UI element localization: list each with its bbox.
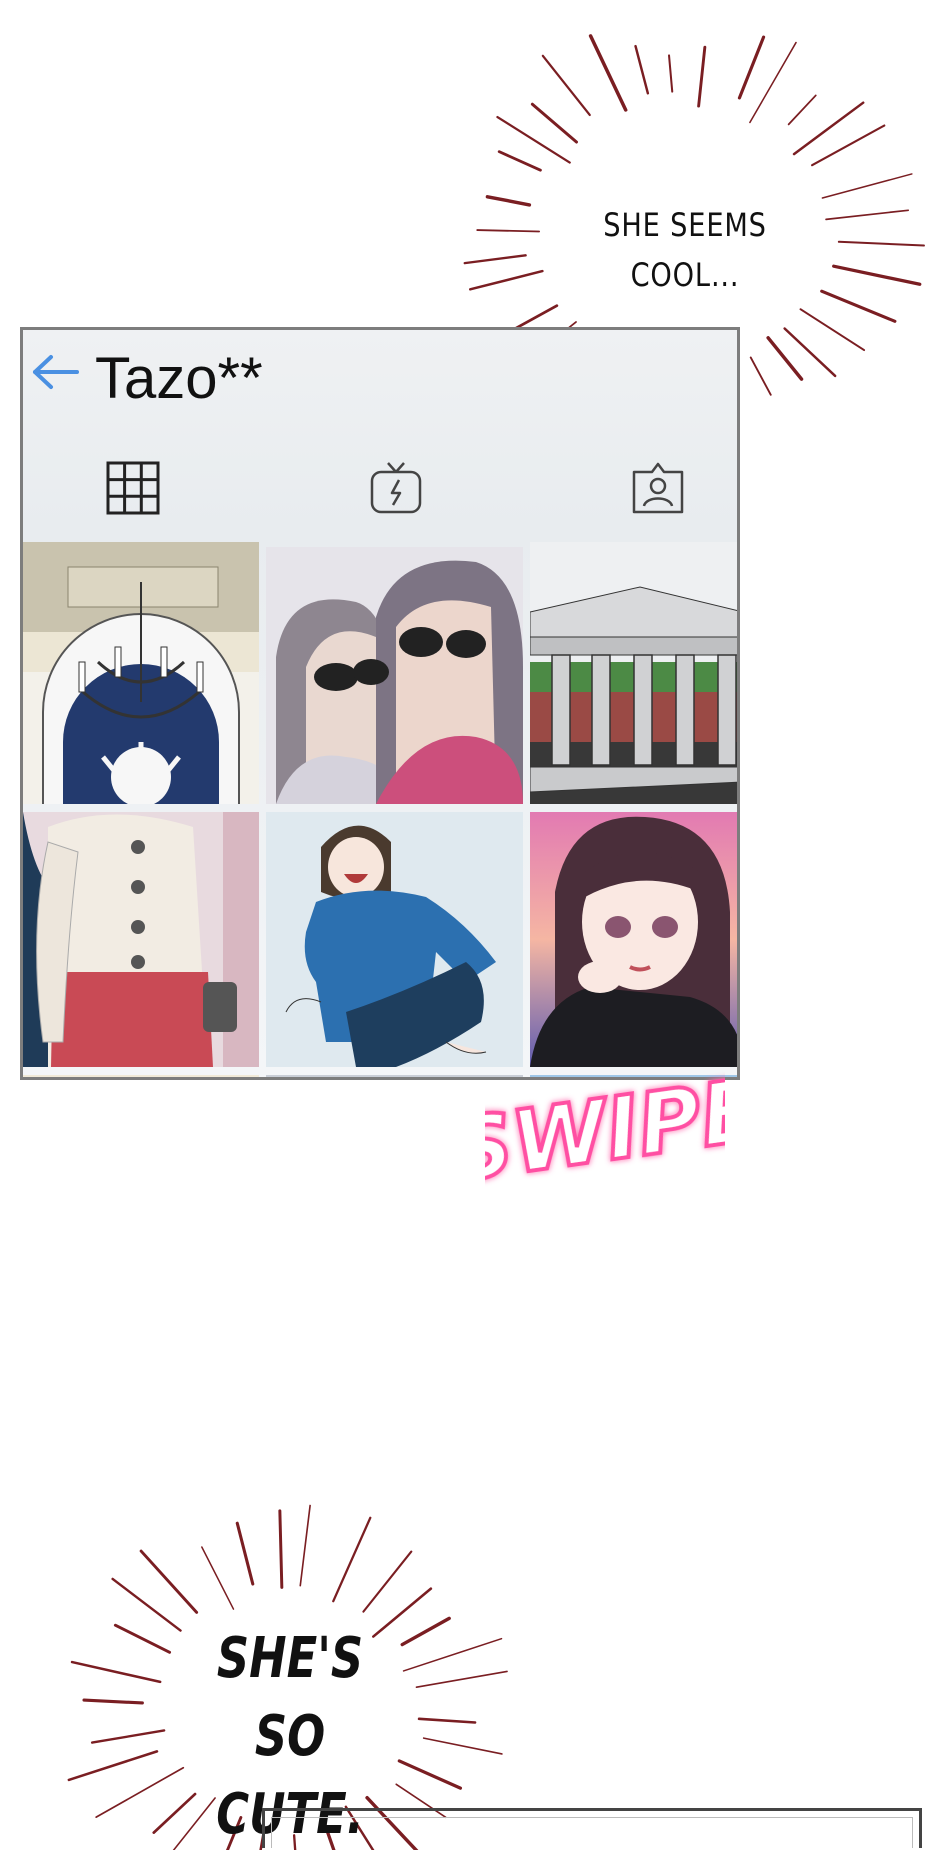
burst-line bbox=[668, 54, 674, 93]
burst-line bbox=[463, 254, 527, 265]
burst-line bbox=[541, 54, 591, 117]
burst-line bbox=[82, 1698, 144, 1705]
profile-header: Tazo** bbox=[23, 330, 737, 430]
arrow-left-icon[interactable] bbox=[31, 352, 81, 392]
burst-line bbox=[832, 264, 922, 286]
burst-line bbox=[111, 1577, 182, 1632]
post-thumbnail[interactable] bbox=[530, 812, 737, 1067]
bubble-top-line2: COOL... bbox=[630, 256, 740, 294]
burst-line bbox=[766, 336, 804, 381]
burst-line bbox=[749, 356, 772, 396]
burst-line bbox=[278, 1509, 284, 1589]
burst-line bbox=[697, 45, 707, 108]
tv-icon[interactable] bbox=[368, 460, 424, 516]
swipe-sfx: SWIPE bbox=[485, 1060, 725, 1200]
burst-line bbox=[821, 173, 913, 199]
burst-line bbox=[787, 94, 817, 126]
profile-tabs bbox=[23, 460, 737, 520]
burst-line bbox=[737, 35, 766, 100]
burst-line bbox=[530, 102, 578, 144]
burst-line bbox=[95, 1766, 185, 1818]
post-thumbnail[interactable] bbox=[266, 812, 523, 1067]
bubble-top-line1: SHE SEEMS bbox=[603, 206, 767, 244]
swipe-text: SWIPE bbox=[485, 1060, 725, 1200]
profile-username: Tazo** bbox=[95, 346, 263, 411]
burst-line bbox=[201, 1546, 235, 1610]
bubble-bottom-line1: SHE'S bbox=[216, 1626, 364, 1691]
burst-line bbox=[422, 1737, 503, 1755]
burst-line bbox=[799, 308, 866, 352]
profile-screen: Tazo** bbox=[20, 327, 740, 1080]
burst-line bbox=[588, 34, 628, 112]
burst-line bbox=[299, 1504, 311, 1587]
burst-line bbox=[485, 195, 532, 207]
burst-line bbox=[468, 269, 544, 291]
burst-line bbox=[400, 1616, 451, 1647]
burst-line bbox=[497, 150, 542, 172]
post-thumbnail[interactable] bbox=[23, 542, 259, 804]
burst-line bbox=[415, 1670, 508, 1689]
burst-line bbox=[820, 289, 897, 323]
burst-line bbox=[332, 1516, 372, 1603]
tagged-person-icon[interactable] bbox=[630, 460, 686, 516]
burst-line bbox=[792, 101, 865, 156]
post-thumbnail[interactable] bbox=[23, 1075, 259, 1077]
burst-line bbox=[113, 1623, 172, 1654]
grid-icon[interactable] bbox=[105, 460, 161, 516]
burst-line bbox=[825, 209, 910, 221]
next-panel-frame bbox=[262, 1808, 922, 1848]
post-thumbnail[interactable] bbox=[23, 812, 259, 1067]
burst-line bbox=[634, 44, 650, 95]
burst-line bbox=[402, 1637, 503, 1672]
burst-line bbox=[70, 1660, 162, 1684]
burst-line bbox=[235, 1521, 255, 1586]
burst-line bbox=[90, 1729, 166, 1744]
burst-line bbox=[417, 1717, 477, 1724]
burst-line bbox=[397, 1759, 463, 1790]
bubble-text-top: SHE SEEMS COOL... bbox=[592, 200, 779, 300]
post-thumbnail[interactable] bbox=[530, 542, 737, 804]
burst-line bbox=[67, 1750, 159, 1782]
burst-line bbox=[139, 1549, 199, 1614]
burst-line bbox=[362, 1550, 413, 1613]
burst-line bbox=[476, 229, 541, 233]
burst-line bbox=[837, 240, 925, 247]
post-thumbnail[interactable] bbox=[266, 547, 523, 804]
